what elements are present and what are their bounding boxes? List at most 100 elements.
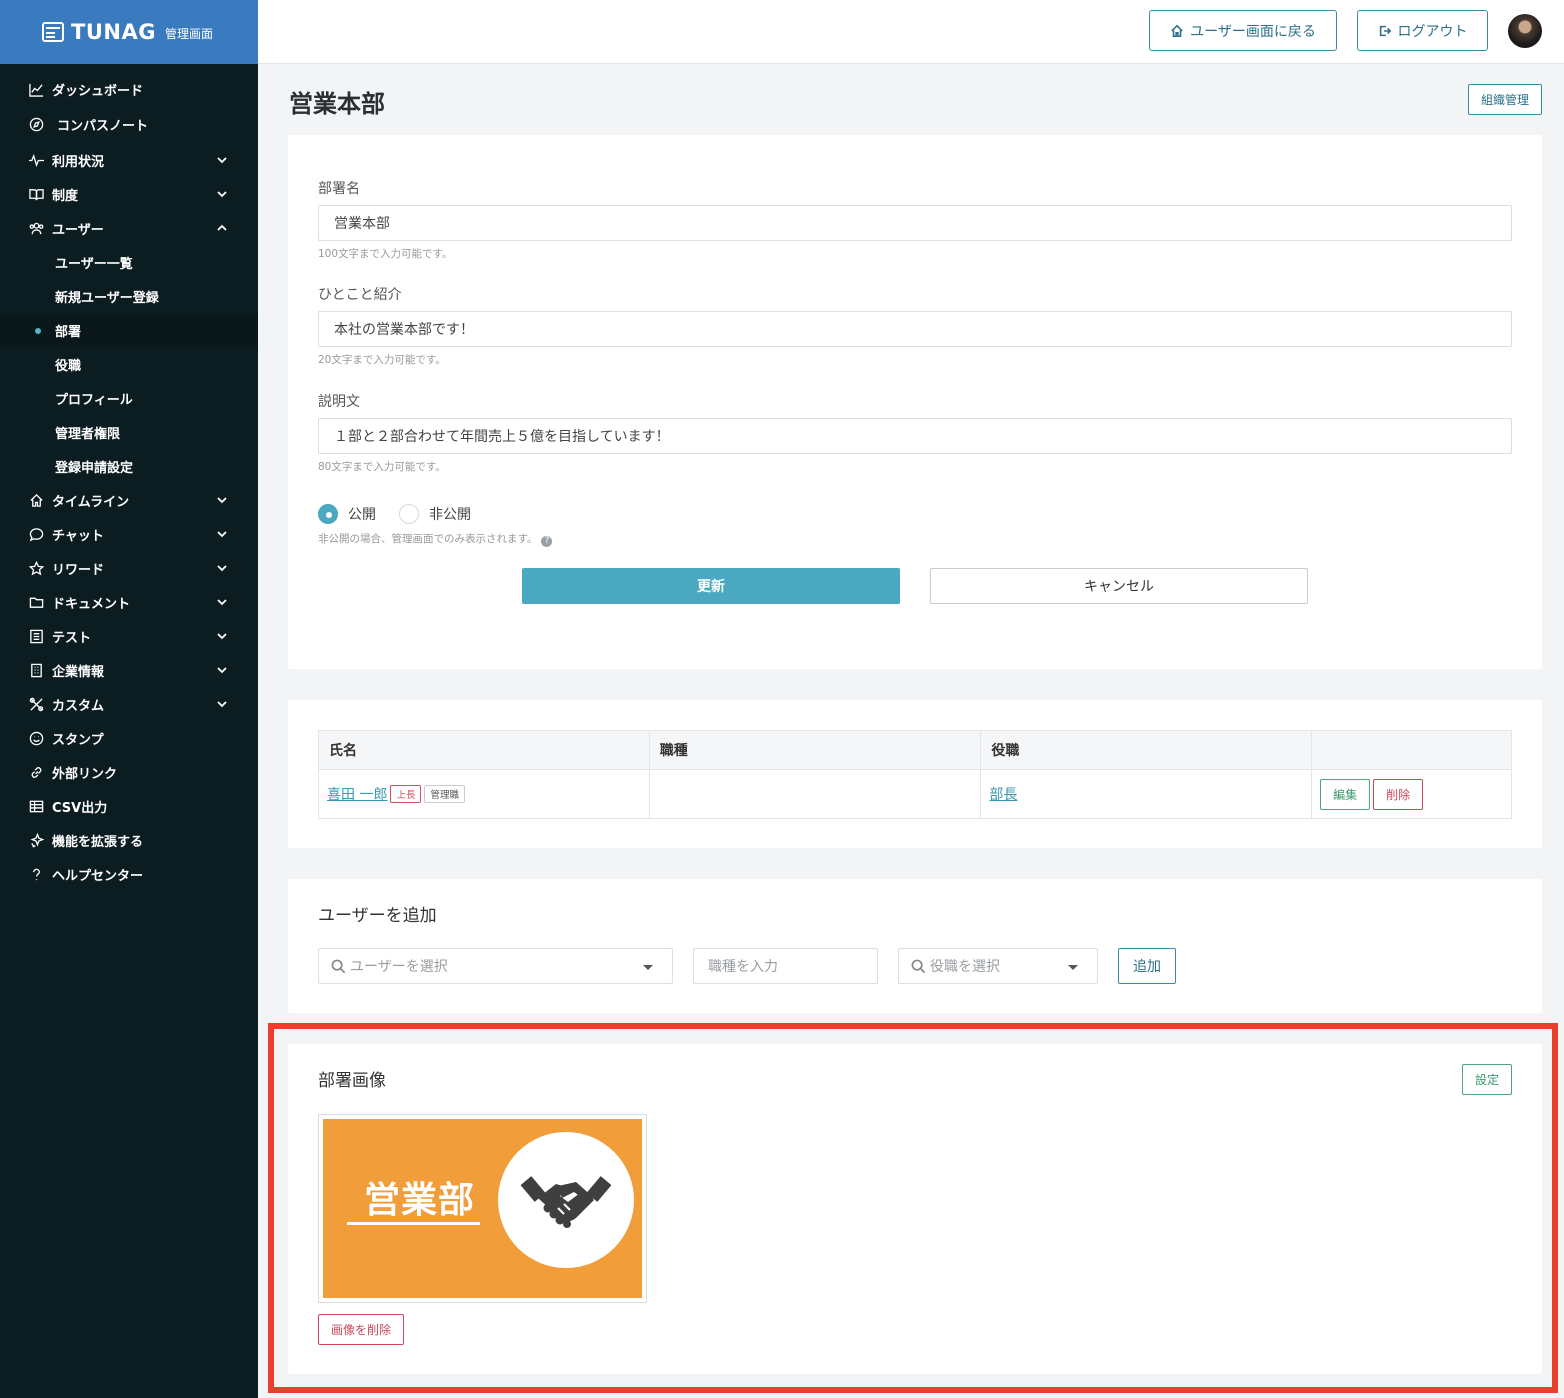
brand-header[interactable]: TUNAG 管理画面 [0, 0, 258, 64]
sidebar-item-users[interactable]: ユーザー [0, 211, 258, 245]
sparkle-icon [28, 832, 44, 848]
back-to-user-screen-label: ユーザー画面に戻る [1190, 23, 1316, 40]
sidebar-item-compass[interactable]: コンパスノート [0, 106, 258, 143]
member-position-link[interactable]: 部長 [989, 787, 1017, 803]
chevron-down-icon [216, 596, 228, 608]
sidebar-item-dashboard[interactable]: ダッシュボード [0, 72, 258, 106]
search-icon [911, 959, 926, 973]
department-name-input[interactable]: 営業本部 [318, 205, 1512, 241]
sidebar-item-csv-export[interactable]: CSV出力 [0, 789, 258, 823]
sidebar-item-label: CSV出力 [52, 800, 108, 816]
sidebar-item-system[interactable]: 制度 [0, 177, 258, 211]
sidebar-item-label: 制度 [52, 188, 79, 204]
public-radio-label: 公開 [348, 507, 376, 523]
logout-icon [1379, 25, 1391, 36]
member-name-link[interactable]: 喜田 一郎 [327, 787, 387, 803]
chevron-down-icon [216, 562, 228, 574]
question-circle-icon[interactable]: ? [541, 535, 553, 547]
column-header-job: 職種 [648, 730, 982, 770]
sidebar-item-help[interactable]: ヘルプセンター [0, 857, 258, 891]
job-input[interactable]: 職種を入力 [693, 948, 878, 984]
sidebar-item-stamp[interactable]: スタンプ [0, 721, 258, 755]
job-input-placeholder: 職種を入力 [708, 959, 778, 975]
folder-icon [28, 594, 44, 610]
smile-icon [28, 730, 44, 746]
cancel-button[interactable]: キャンセル [930, 568, 1308, 604]
user-select[interactable]: ユーザーを選択 [318, 948, 673, 984]
logout-label: ログアウト [1397, 23, 1468, 40]
home-icon [1171, 24, 1183, 37]
caret-down-icon [643, 965, 653, 970]
topbar: ユーザー画面に戻る ログアウト [258, 0, 1564, 64]
description-input[interactable]: １部と２部合わせて年間売上５億を目指しています！ [318, 418, 1512, 454]
sidebar-item-external-link[interactable]: 外部リンク [0, 755, 258, 789]
sidebar-item-company[interactable]: 企業情報 [0, 653, 258, 687]
sidebar-item-label: 企業情報 [52, 664, 105, 680]
table-header-row: 氏名 職種 役職 [318, 730, 1512, 770]
chevron-down-icon [216, 698, 228, 710]
edit-member-button[interactable]: 編集 [1320, 778, 1371, 810]
chart-line-icon [28, 81, 44, 97]
table-row: 喜田 一郎 上長 管理職 部長 編集 削除 [318, 769, 1512, 819]
add-user-button[interactable]: 追加 [1118, 948, 1176, 984]
private-radio-label: 非公開 [429, 507, 471, 523]
search-icon [331, 959, 346, 973]
caret-down-icon [1068, 965, 1078, 970]
sidebar-subitem-position[interactable]: 役職 [0, 347, 258, 381]
sidebar-item-label: テスト [52, 630, 92, 646]
org-management-button[interactable]: 組織管理 [1468, 84, 1542, 115]
avatar[interactable] [1508, 14, 1542, 48]
members-card: 氏名 職種 役職 喜田 一郎 上長 管理職 部長 編集 削除 [288, 700, 1542, 848]
sidebar-item-label: カスタム [52, 698, 105, 714]
sidebar-item-test[interactable]: テスト [0, 619, 258, 653]
member-job-cell [648, 769, 982, 819]
sidebar-item-label: 機能を拡張する [52, 834, 144, 850]
sidebar-nav: ダッシュボード コンパスノート 利用状況 制度 ユーザー ユーザー一覧 新規ユー… [0, 72, 258, 891]
radio-unchecked-icon [399, 504, 419, 524]
sidebar-subitem-registration-settings[interactable]: 登録申請設定 [0, 449, 258, 483]
column-header-actions [1311, 730, 1512, 770]
brand-name: TUNAG [71, 20, 156, 44]
department-name-help: 100文字まで入力可能です。 [318, 248, 453, 260]
compass-icon [28, 117, 44, 133]
add-user-card: ユーザーを追加 ユーザーを選択 職種を入力 役職を選択 追加 [288, 879, 1542, 1013]
member-name-cell: 喜田 一郎 上長 管理職 [318, 769, 650, 819]
sidebar-item-timeline[interactable]: タイムライン [0, 483, 258, 517]
private-radio[interactable]: 非公開 [399, 504, 471, 524]
sidebar-item-reward[interactable]: リワード [0, 551, 258, 585]
sidebar-subitem-admin-permissions[interactable]: 管理者権限 [0, 415, 258, 449]
update-button[interactable]: 更新 [522, 568, 900, 604]
department-form-card: 部署名 営業本部 100文字まで入力可能です。 ひとこと紹介 本社の営業本部です… [288, 135, 1542, 669]
description-help: 80文字まで入力可能です。 [318, 461, 446, 473]
building-icon [28, 662, 44, 678]
sidebar-item-document[interactable]: ドキュメント [0, 585, 258, 619]
sidebar-item-extend[interactable]: 機能を拡張する [0, 823, 258, 857]
delete-member-button[interactable]: 削除 [1373, 778, 1424, 810]
link-icon [28, 764, 44, 780]
sidebar-item-chat[interactable]: チャット [0, 517, 258, 551]
chevron-down-icon [216, 494, 228, 506]
logout-button[interactable]: ログアウト [1357, 10, 1488, 51]
visibility-help-text: 非公開の場合、管理画面でのみ表示されます。 [318, 533, 538, 545]
sidebar-item-label: ヘルプセンター [52, 868, 144, 884]
back-to-user-screen-button[interactable]: ユーザー画面に戻る [1149, 10, 1337, 51]
chevron-down-icon [216, 664, 228, 676]
department-name-label: 部署名 [318, 181, 360, 197]
sidebar-subitem-new-user[interactable]: 新規ユーザー登録 [0, 279, 258, 313]
position-select[interactable]: 役職を選択 [898, 948, 1098, 984]
chevron-down-icon [216, 154, 228, 166]
sidebar-subitem-user-list[interactable]: ユーザー一覧 [0, 245, 258, 279]
chevron-down-icon [216, 528, 228, 540]
intro-input[interactable]: 本社の営業本部です！ [318, 311, 1512, 347]
sidebar-subitem-profile[interactable]: プロフィール [0, 381, 258, 415]
question-icon [28, 866, 44, 882]
sidebar-item-usage[interactable]: 利用状況 [0, 143, 258, 177]
star-icon [28, 560, 44, 576]
book-icon [28, 186, 44, 202]
column-header-position: 役職 [980, 730, 1313, 770]
public-radio[interactable]: 公開 [318, 504, 376, 524]
sidebar-item-custom[interactable]: カスタム [0, 687, 258, 721]
home-icon [28, 492, 44, 508]
sidebar-subitem-department[interactable]: 部署 [0, 313, 258, 347]
description-label: 説明文 [318, 394, 360, 410]
